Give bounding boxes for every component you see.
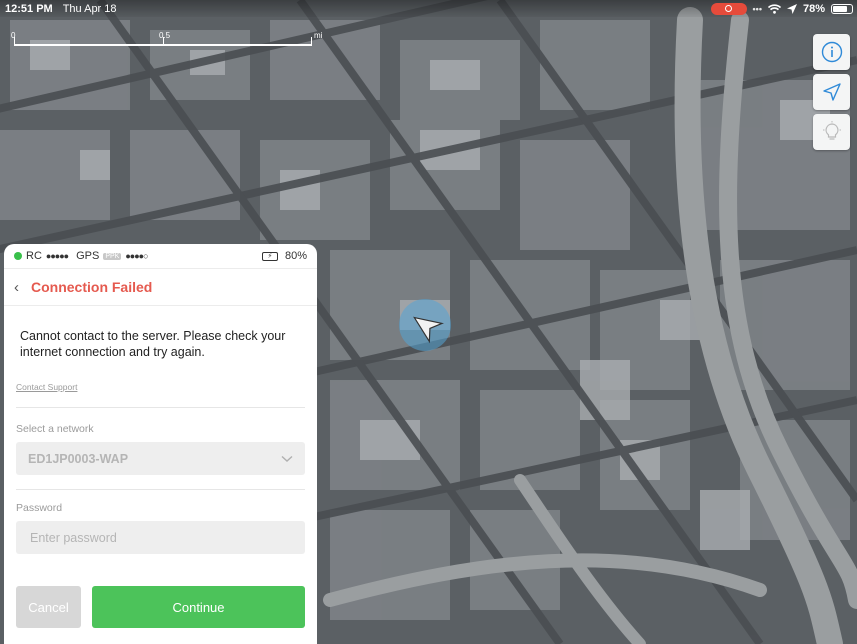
network-select[interactable]: ED1JP0003-WAP [16, 442, 305, 475]
gps-label: GPS [76, 250, 100, 262]
action-buttons: Cancel Continue [4, 586, 317, 628]
panel-title: Connection Failed [31, 279, 153, 295]
network-label: Select a network [16, 423, 94, 435]
more-dots-icon: ••• [752, 3, 762, 14]
password-field[interactable] [16, 521, 305, 554]
panel-header: ‹ Connection Failed [4, 269, 317, 306]
date: Thu Apr 18 [62, 2, 117, 15]
rc-label: RC [26, 250, 42, 262]
screen-recording-indicator[interactable] [710, 2, 747, 15]
location-arrow-icon [822, 83, 841, 101]
lightbulb-icon [822, 121, 841, 140]
system-status-bar: 12:51 PM Thu Apr 18 ••• 78% [0, 0, 857, 17]
password-input[interactable] [28, 529, 293, 546]
battery-percent: 78% [802, 2, 825, 15]
error-message: Cannot contact to the server. Please che… [20, 329, 286, 359]
gps-signal-icon: ●●●●○ [125, 251, 148, 261]
info-icon [821, 41, 842, 63]
record-icon [725, 5, 733, 12]
contact-support-link[interactable]: Contact Support [16, 382, 317, 392]
password-label: Password [16, 502, 63, 514]
continue-button[interactable]: Continue [92, 586, 305, 628]
drone-battery-percent: 80% [284, 250, 307, 262]
divider [16, 407, 305, 408]
tips-button[interactable] [813, 114, 850, 150]
network-value: ED1JP0003-WAP [28, 451, 129, 466]
wifi-icon [767, 3, 781, 14]
connection-panel: RC ●●●●● GPS PPK ●●●●○ ⚡ 80% ‹ Connectio… [4, 244, 317, 644]
info-button[interactable] [813, 34, 850, 70]
back-chevron-icon[interactable]: ‹ [14, 279, 19, 296]
location-services-icon [786, 3, 797, 14]
ppk-badge: PPK [103, 252, 122, 260]
locate-button[interactable] [813, 74, 850, 110]
rc-signal-icon: ●●●●● [45, 251, 69, 261]
chevron-down-icon [281, 455, 293, 462]
clock: 12:51 PM [5, 2, 53, 15]
map-scale-bar: 0 0.5 mi [11, 31, 322, 46]
divider [16, 489, 305, 490]
rc-connected-dot [14, 252, 22, 260]
device-status-row: RC ●●●●● GPS PPK ●●●●○ ⚡ 80% [4, 244, 317, 269]
battery-charging-icon: ⚡ [261, 251, 278, 261]
scale-mid-label: 0.5 [159, 31, 171, 40]
cancel-button[interactable]: Cancel [16, 586, 81, 628]
battery-icon [831, 3, 853, 14]
scale-unit-label: mi [314, 31, 323, 40]
